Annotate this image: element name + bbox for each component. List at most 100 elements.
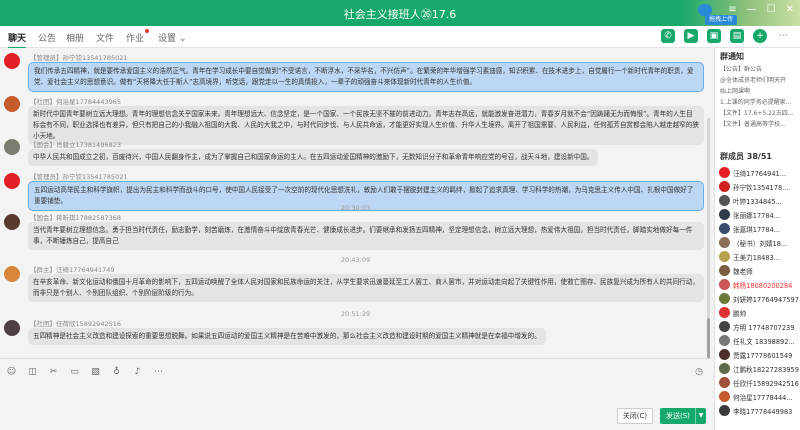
avatar (719, 391, 730, 402)
member-name: 叶婷1334845... (733, 198, 782, 206)
avatar (719, 265, 730, 276)
avatar (719, 377, 730, 388)
member-item[interactable]: 孙宁钦1354178... (719, 180, 800, 194)
tab-homework[interactable]: 作业 (126, 29, 150, 44)
avatar (4, 214, 20, 230)
member-item[interactable]: 张嘉琪17784... (719, 222, 800, 236)
chat-scrollbar[interactable] (707, 118, 710, 358)
gif-icon[interactable]: ◫ (27, 367, 38, 378)
member-name: 贾露17778601549 (733, 352, 793, 360)
maximize-icon[interactable]: ☐ (767, 4, 776, 15)
member-item[interactable]: 贾露17778601549 (719, 348, 800, 362)
header-actions: ✆ ▶ ▣ ▤ + ⋯ (661, 29, 790, 43)
member-name: 江鹏秋18227283959 (733, 366, 799, 374)
member-name: 孙宁钦1354178... (733, 184, 789, 192)
avatar (4, 53, 20, 69)
member-item[interactable]: 李晓17778449983 (719, 404, 800, 418)
scissors-icon[interactable]: ✂ (48, 367, 59, 378)
notice-line[interactable]: 【文件】普通高等学校... (720, 119, 786, 128)
member-item[interactable]: 方明 17748707239 (719, 320, 800, 334)
emoji-icon[interactable]: ☺ (6, 367, 17, 378)
avatar (719, 279, 730, 290)
unread-dot (145, 29, 150, 33)
member-item[interactable]: 何治星17778444... (719, 390, 800, 404)
member-item[interactable]: 汪绮17764941... (719, 166, 800, 180)
right-panel: 群通知 【公告】群公告 @全体成员老师们明天开 始上网课啊 1.上课的同学务必提… (714, 48, 800, 430)
phone-icon[interactable]: ✆ (661, 29, 675, 43)
member-item[interactable]: 鹏帅 (719, 306, 800, 320)
member-item[interactable]: 刘妍婷17764947597 (719, 292, 800, 306)
avatar (719, 293, 730, 304)
folder-icon[interactable]: ▭ (69, 367, 80, 378)
menu-icon[interactable]: ≡ (728, 4, 736, 15)
message-bubble[interactable]: 中华人民共和国成立之初，百废待兴，中国人民翻身作主，成为了掌握自己和国家命运的主… (28, 149, 599, 166)
message-sender: 【社团】何治星17784443965 (30, 98, 121, 106)
message-bubble[interactable]: 在辛亥革命、新文化运动和俄国十月革命的影响下，五四运动唤醒了全体人民对国家和民族… (28, 274, 704, 302)
send-button[interactable]: 发送(S) ▼ (660, 408, 706, 424)
message-sender: 【国会】蒋昕琪17882587368 (30, 214, 121, 222)
avatar (719, 237, 730, 248)
avatar (719, 321, 730, 332)
timestamp: 20:43:09 (340, 256, 371, 264)
member-item[interactable]: 任欣仟15892942516 (719, 376, 800, 390)
member-item[interactable]: 韩杨18080200284 (719, 278, 800, 292)
avatar (719, 251, 730, 262)
member-item[interactable]: 叶婷1334845... (719, 194, 800, 208)
notice-line[interactable]: 始上网课啊 (720, 86, 750, 95)
add-icon[interactable]: + (753, 29, 767, 43)
minimize-icon[interactable]: — (747, 4, 757, 15)
whiteboard-icon[interactable]: ▤ (730, 29, 744, 43)
notice-line[interactable]: 【文件】17.6+5.22五四... (720, 108, 793, 117)
more-tools-icon[interactable]: ⋯ (153, 367, 164, 378)
tab-files[interactable]: 文件 (96, 31, 114, 44)
notice-line[interactable]: 【公告】群公告 (720, 64, 762, 73)
avatar (4, 96, 20, 112)
image-icon[interactable]: ▨ (90, 367, 101, 378)
avatar (719, 405, 730, 416)
message-bubble[interactable]: 当代青年要树立理想信念。勇于担当时代责任，励志勤学，刻苦磨炼，在激情奋斗中绽放青… (28, 222, 704, 250)
more-icon[interactable]: ⋯ (776, 29, 790, 43)
video-icon[interactable]: ▶ (684, 29, 698, 43)
member-item[interactable]: 魏老师 (719, 264, 800, 278)
tab-album[interactable]: 相册 (66, 31, 84, 44)
notice-line[interactable]: 1.上课的同学务必提醒家... (720, 97, 791, 106)
member-name: 汪绮17764941... (733, 170, 787, 178)
avatar (719, 335, 730, 346)
avatar (719, 195, 730, 206)
tab-settings[interactable]: 设置 ⌄ (158, 31, 186, 44)
history-icon[interactable]: ◷ (695, 367, 703, 377)
input-toolbar: ☺ ◫ ✂ ▭ ▨ ♁ ♪ ⋯ (6, 367, 164, 378)
member-item[interactable]: 王美力18483... (719, 250, 800, 264)
tab-chat[interactable]: 聊天 (8, 31, 27, 49)
avatar (4, 139, 20, 155)
avatar (4, 173, 20, 189)
member-item[interactable]: 张丽娜17784... (719, 208, 800, 222)
tab-bar: 聊天 公告 相册 文件 作业 设置 ⌄ ✆ ▶ ▣ ▤ + ⋯ (0, 26, 800, 49)
input-area[interactable]: ☺ ◫ ✂ ▭ ▨ ♁ ♪ ⋯ ◷ (0, 358, 711, 430)
member-item[interactable]: 任礼文 18398892... (719, 334, 800, 348)
avatar (719, 209, 730, 220)
screen-share-icon[interactable]: ▣ (707, 29, 721, 43)
chat-area[interactable]: 【管理员】孙宁钦13541785021 我们传承五四精神，就是要传承爱国主义的浩… (0, 48, 711, 358)
members-header: 群成员 38/51 (720, 152, 772, 161)
message-bubble[interactable]: 我们传承五四精神，就是要传承爱国主义的浩然正气。青年在学习成长中要自觉做到“不受… (28, 62, 704, 92)
tab-notice[interactable]: 公告 (38, 31, 56, 44)
member-item[interactable]: （秘书）刘婧18... (719, 236, 800, 250)
notice-line[interactable]: @全体成员老师们明天开 (720, 75, 786, 84)
gift-icon[interactable]: ♁ (111, 367, 122, 378)
message-bubble[interactable]: 新时代中国青年要树立远大理想。青年的理想信念关乎国家未来。青年理想远大、信念坚定… (28, 106, 704, 145)
upload-button[interactable]: 拖拽上传 (705, 15, 738, 25)
member-name: 任礼文 18398892... (733, 338, 795, 346)
close-button[interactable]: 关闭(C) (617, 408, 653, 424)
close-icon[interactable]: ✕ (786, 4, 794, 15)
message-bubble[interactable]: 五四精神是社会主义改造和建设探索的重要思想脱舞。如果说五四运动的爱国主义精神是在… (28, 328, 546, 345)
timestamp: 20:51:29 (340, 310, 371, 318)
chevron-down-icon[interactable]: ▼ (695, 408, 706, 424)
mic-icon[interactable]: ♪ (132, 367, 143, 378)
member-name: 方明 17748707239 (733, 324, 795, 332)
notice-heading: 群通知 (720, 52, 744, 61)
member-name: 任欣仟15892942516 (733, 380, 799, 388)
avatar (719, 307, 730, 318)
message-sender: 【社团】任荷欣15892942516 (30, 320, 121, 328)
member-item[interactable]: 江鹏秋18227283959 (719, 362, 800, 376)
